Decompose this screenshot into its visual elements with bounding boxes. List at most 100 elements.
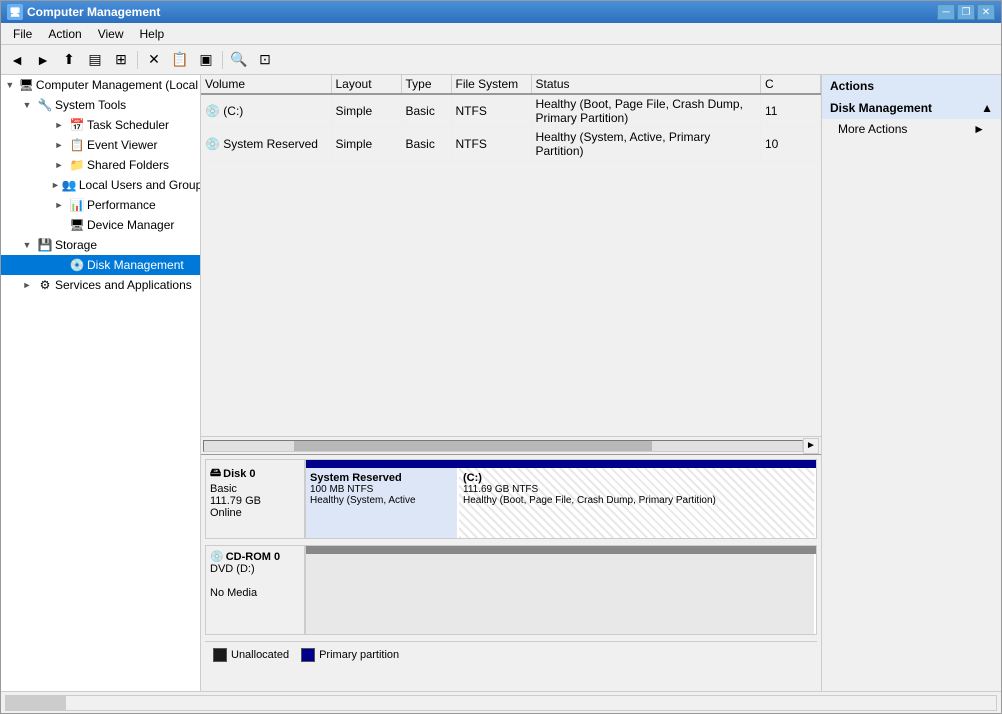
disk0-icon: 🖴	[210, 464, 221, 483]
tree-storage[interactable]: ▼ 💾 Storage	[1, 235, 200, 255]
tree-shared-folders[interactable]: ► 📁 Shared Folders	[1, 155, 200, 175]
toolbar-extra[interactable]: ⊡	[253, 49, 277, 71]
actions-more-label: More Actions	[838, 122, 907, 136]
col-header-layout[interactable]: Layout	[331, 75, 401, 94]
minimize-button[interactable]: ─	[937, 4, 955, 20]
app-icon: 🖥	[7, 4, 23, 20]
disk0-topbar	[306, 460, 816, 468]
row1-cap: 10	[761, 128, 821, 161]
menu-bar: File Action View Help	[1, 23, 1001, 45]
row1-volume: 💿 System Reserved	[201, 128, 331, 161]
table-hscroll[interactable]: ►	[201, 436, 821, 454]
tree-event-viewer-expander[interactable]: ►	[51, 137, 67, 153]
main-area: ▼ 🖥 Computer Management (Local ▼ 🔧 Syste…	[1, 75, 1001, 691]
restore-button[interactable]: ❐	[957, 4, 975, 20]
disk0-partitions: System Reserved 100 MB NTFS Healthy (Sys…	[305, 459, 817, 539]
tree-services-icon: ⚙	[37, 277, 53, 293]
tree-disk-mgmt-icon: 💿	[69, 257, 85, 273]
col-header-type[interactable]: Type	[401, 75, 451, 94]
disk-table-area: Volume Layout Type File System Status C	[201, 75, 821, 455]
tree-system-tools-expander[interactable]: ▼	[19, 97, 35, 113]
disk0-part-c[interactable]: (C:) 111.69 GB NTFS Healthy (Boot, Page …	[459, 468, 816, 538]
toolbar-forward[interactable]: ►	[31, 49, 55, 71]
menu-file[interactable]: File	[5, 25, 40, 43]
row1-vol-icon: 💿	[205, 137, 223, 151]
toolbar-delete[interactable]: ✕	[142, 49, 166, 71]
window-title: Computer Management	[27, 5, 160, 19]
row0-status: Healthy (Boot, Page File, Crash Dump, Pr…	[531, 94, 761, 128]
tree-storage-expander[interactable]: ▼	[19, 237, 35, 253]
tree-local-users-expander[interactable]: ►	[51, 177, 60, 193]
table-row[interactable]: 💿 (C:) Simple Basic NTFS Healthy (Boot, …	[201, 94, 821, 128]
row1-status: Healthy (System, Active, Primary Partiti…	[531, 128, 761, 161]
actions-more-actions[interactable]: More Actions ►	[822, 119, 1001, 139]
toolbar-up[interactable]: ⬆	[57, 49, 81, 71]
tree-local-users[interactable]: ► 👥 Local Users and Groups	[1, 175, 200, 195]
toolbar-grid[interactable]: ⊞	[109, 49, 133, 71]
tree-task-scheduler-expander[interactable]: ►	[51, 117, 67, 133]
legend-primary-label: Primary partition	[319, 649, 399, 661]
cdrom0-media: No Media	[210, 587, 300, 599]
main-window: 🖥 Computer Management ─ ❐ ✕ File Action …	[0, 0, 1002, 714]
tree-services-apps[interactable]: ► ⚙ Services and Applications	[1, 275, 200, 295]
title-bar-left: 🖥 Computer Management	[7, 4, 160, 20]
tree-performance[interactable]: ► 📊 Performance	[1, 195, 200, 215]
tree-storage-label: Storage	[55, 238, 97, 252]
title-bar: 🖥 Computer Management ─ ❐ ✕	[1, 1, 1001, 23]
disk0-parts-row: System Reserved 100 MB NTFS Healthy (Sys…	[306, 468, 816, 538]
menu-view[interactable]: View	[90, 25, 132, 43]
disk0-c-size: 111.69 GB NTFS	[463, 484, 810, 495]
tree-disk-mgmt-label: Disk Management	[87, 258, 184, 272]
disk0-reserved-size: 100 MB NTFS	[310, 484, 453, 495]
toolbar-search[interactable]: 🔍	[227, 49, 251, 71]
tree-performance-expander[interactable]: ►	[51, 197, 67, 213]
toolbar: ◄ ► ⬆ ▤ ⊞ ✕ 📋 ▣ 🔍 ⊡	[1, 45, 1001, 75]
tree-disk-management[interactable]: 💿 Disk Management	[1, 255, 200, 275]
table-row[interactable]: 💿 System Reserved Simple Basic NTFS Heal…	[201, 128, 821, 161]
legend-primary-swatch	[301, 648, 315, 662]
col-header-status[interactable]: Status	[531, 75, 761, 94]
tree-shared-folders-label: Shared Folders	[87, 158, 169, 172]
row1-vol-label: System Reserved	[223, 137, 318, 151]
tree-system-tools[interactable]: ▼ 🔧 System Tools	[1, 95, 200, 115]
tree-root-expander[interactable]: ▼	[3, 77, 17, 93]
toolbar-properties[interactable]: 📋	[168, 49, 192, 71]
disk0-name: 🖴 Disk 0	[210, 464, 300, 483]
tree-device-manager[interactable]: 🖥 Device Manager	[1, 215, 200, 235]
tree-task-scheduler-label: Task Scheduler	[87, 118, 169, 132]
tree-event-viewer-label: Event Viewer	[87, 138, 157, 152]
status-hscroll[interactable]	[5, 695, 997, 711]
row0-layout: Simple	[331, 94, 401, 128]
tree-local-users-icon: 👥	[62, 177, 77, 193]
col-header-filesystem[interactable]: File System	[451, 75, 531, 94]
cdrom0-parts-row	[306, 554, 816, 634]
tree-local-users-label: Local Users and Groups	[79, 178, 201, 192]
cdrom0-name-label: CD-ROM 0	[226, 551, 280, 563]
disk0-reserved-status: Healthy (System, Active	[310, 495, 453, 506]
close-button[interactable]: ✕	[977, 4, 995, 20]
table-scroll[interactable]: Volume Layout Type File System Status C	[201, 75, 821, 436]
legend-primary: Primary partition	[301, 648, 399, 662]
toolbar-refresh[interactable]: ▣	[194, 49, 218, 71]
tree-task-scheduler[interactable]: ► 📅 Task Scheduler	[1, 115, 200, 135]
tree-event-viewer[interactable]: ► 📋 Event Viewer	[1, 135, 200, 155]
toolbar-back[interactable]: ◄	[5, 49, 29, 71]
toolbar-show-hide[interactable]: ▤	[83, 49, 107, 71]
tree-services-expander[interactable]: ►	[19, 277, 35, 293]
menu-action[interactable]: Action	[40, 25, 89, 43]
actions-header: Actions	[822, 75, 1001, 97]
tree-root[interactable]: ▼ 🖥 Computer Management (Local	[1, 75, 200, 95]
tree-shared-folders-expander[interactable]: ►	[51, 157, 67, 173]
tree-panel: ▼ 🖥 Computer Management (Local ▼ 🔧 Syste…	[1, 75, 201, 691]
row0-vol-label: (C:)	[223, 104, 243, 118]
actions-disk-mgmt-section[interactable]: Disk Management ▲	[822, 97, 1001, 119]
tree-services-label: Services and Applications	[55, 278, 192, 292]
col-header-volume[interactable]: Volume	[201, 75, 331, 94]
hscroll-right[interactable]: ►	[803, 438, 819, 454]
cdrom0-type: DVD (D:)	[210, 563, 300, 575]
col-header-cap[interactable]: C	[761, 75, 821, 94]
actions-more-arrow: ►	[973, 122, 985, 136]
disk0-part-reserved[interactable]: System Reserved 100 MB NTFS Healthy (Sys…	[306, 468, 459, 538]
menu-help[interactable]: Help	[132, 25, 173, 43]
actions-title: Actions	[830, 79, 874, 93]
